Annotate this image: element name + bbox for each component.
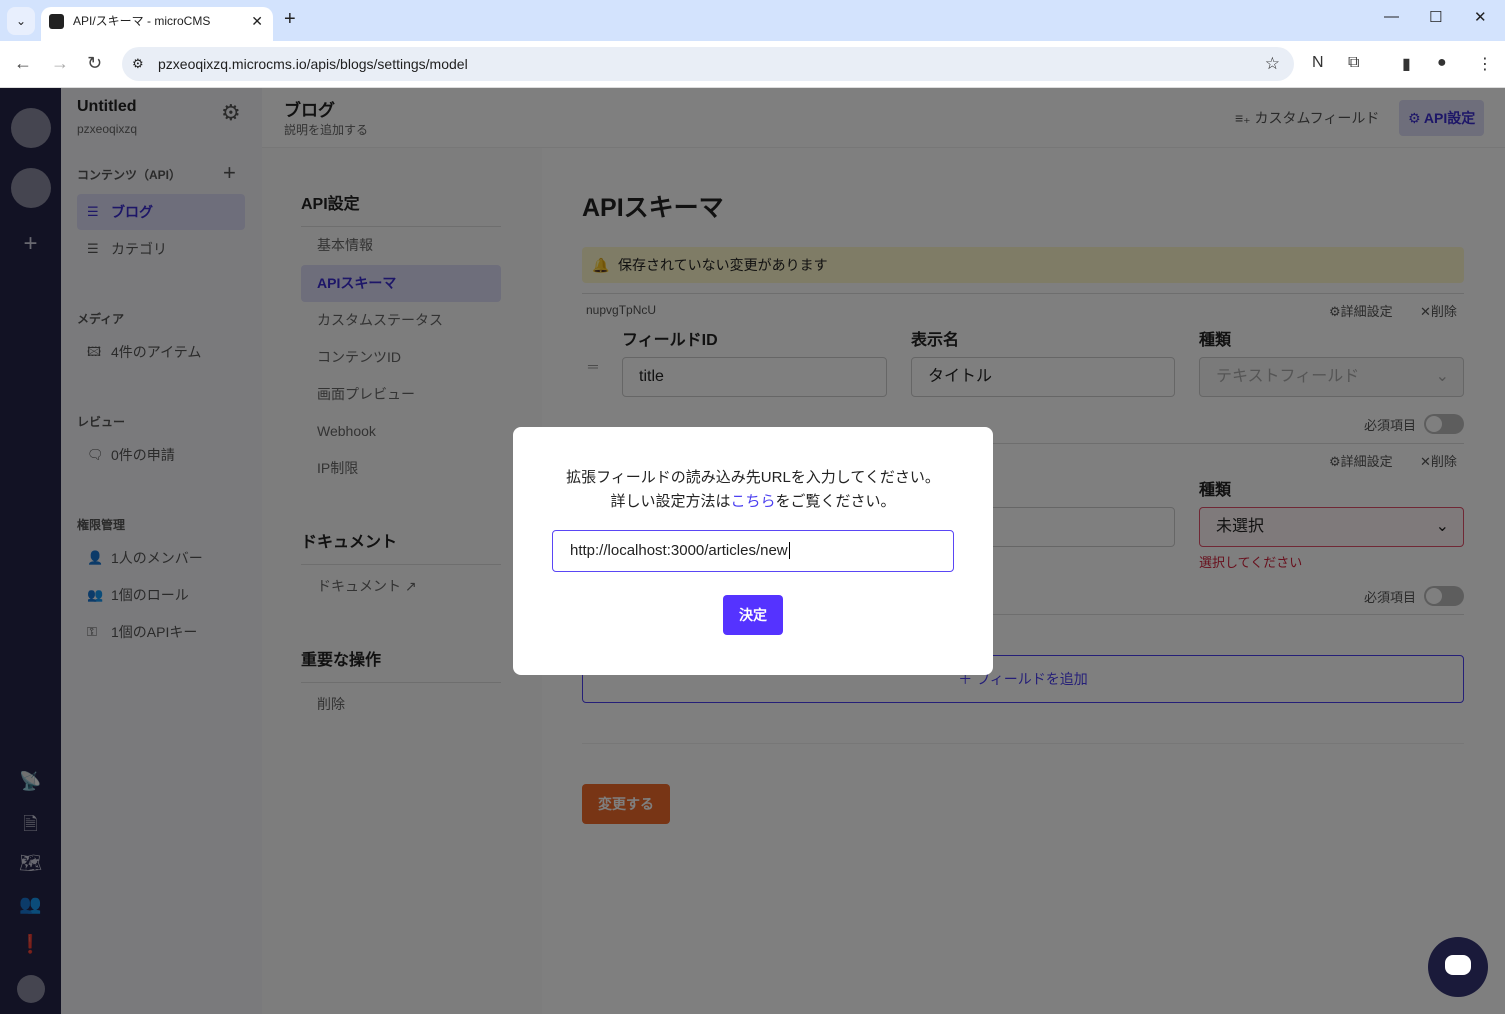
tab-bar: ⌄ API/スキーマ - microCMS ✕ + — ☐ ✕ [0, 0, 1505, 41]
url-text: pzxeoqixzq.microcms.io/apis/blogs/settin… [158, 56, 468, 72]
forward-icon[interactable]: → [51, 53, 69, 74]
menu-icon[interactable]: ⋮ [1477, 54, 1493, 74]
text-cursor [788, 542, 790, 559]
tab-title: API/スキーマ - microCMS [73, 14, 211, 28]
dialog-help-line: 詳しい設定方法はこちらをご覧ください。 [513, 490, 993, 514]
extension-url-input[interactable]: http://localhost:3000/articles/new [552, 530, 954, 572]
url-value: http://localhost:3000/articles/new [570, 542, 788, 559]
extension-url-dialog: 拡張フィールドの読み込み先URLを入力してください。 詳しい設定方法はこちらをご… [513, 427, 993, 675]
url-input[interactable]: ⚙ pzxeoqixzq.microcms.io/apis/blogs/setti… [122, 47, 1294, 81]
extensions-icon[interactable]: ⧉ [1348, 54, 1359, 72]
new-tab-button[interactable]: + [284, 8, 296, 31]
browser-tab[interactable]: API/スキーマ - microCMS ✕ [41, 7, 273, 41]
tab-search-button[interactable]: ⌄ [7, 7, 35, 35]
reload-icon[interactable]: ↻ [87, 53, 102, 74]
maximize-button[interactable]: ☐ [1429, 8, 1442, 26]
help-link[interactable]: こちら [730, 493, 775, 510]
close-tab-icon[interactable]: ✕ [251, 7, 263, 35]
site-settings-icon[interactable]: ⚙ [132, 47, 144, 81]
help-text: をご覧ください。 [775, 493, 896, 510]
help-text: 詳しい設定方法は [610, 493, 731, 510]
notion-extension-icon[interactable]: N [1312, 54, 1324, 72]
close-window-button[interactable]: ✕ [1474, 8, 1487, 26]
minimize-button[interactable]: — [1384, 8, 1399, 25]
chat-support-button[interactable] [1428, 937, 1488, 997]
confirm-button[interactable]: 決定 [723, 595, 783, 635]
profile-avatar[interactable]: ● [1437, 54, 1447, 72]
dialog-message: 拡張フィールドの読み込み先URLを入力してください。 [566, 469, 940, 486]
side-panel-icon[interactable]: ▮ [1402, 54, 1411, 74]
bookmark-star-icon[interactable]: ☆ [1265, 47, 1280, 81]
address-bar-row: ← → ↻ ⚙ pzxeoqixzq.microcms.io/apis/blogs… [0, 41, 1505, 88]
back-icon[interactable]: ← [14, 53, 32, 74]
microcms-favicon-icon [49, 14, 64, 29]
